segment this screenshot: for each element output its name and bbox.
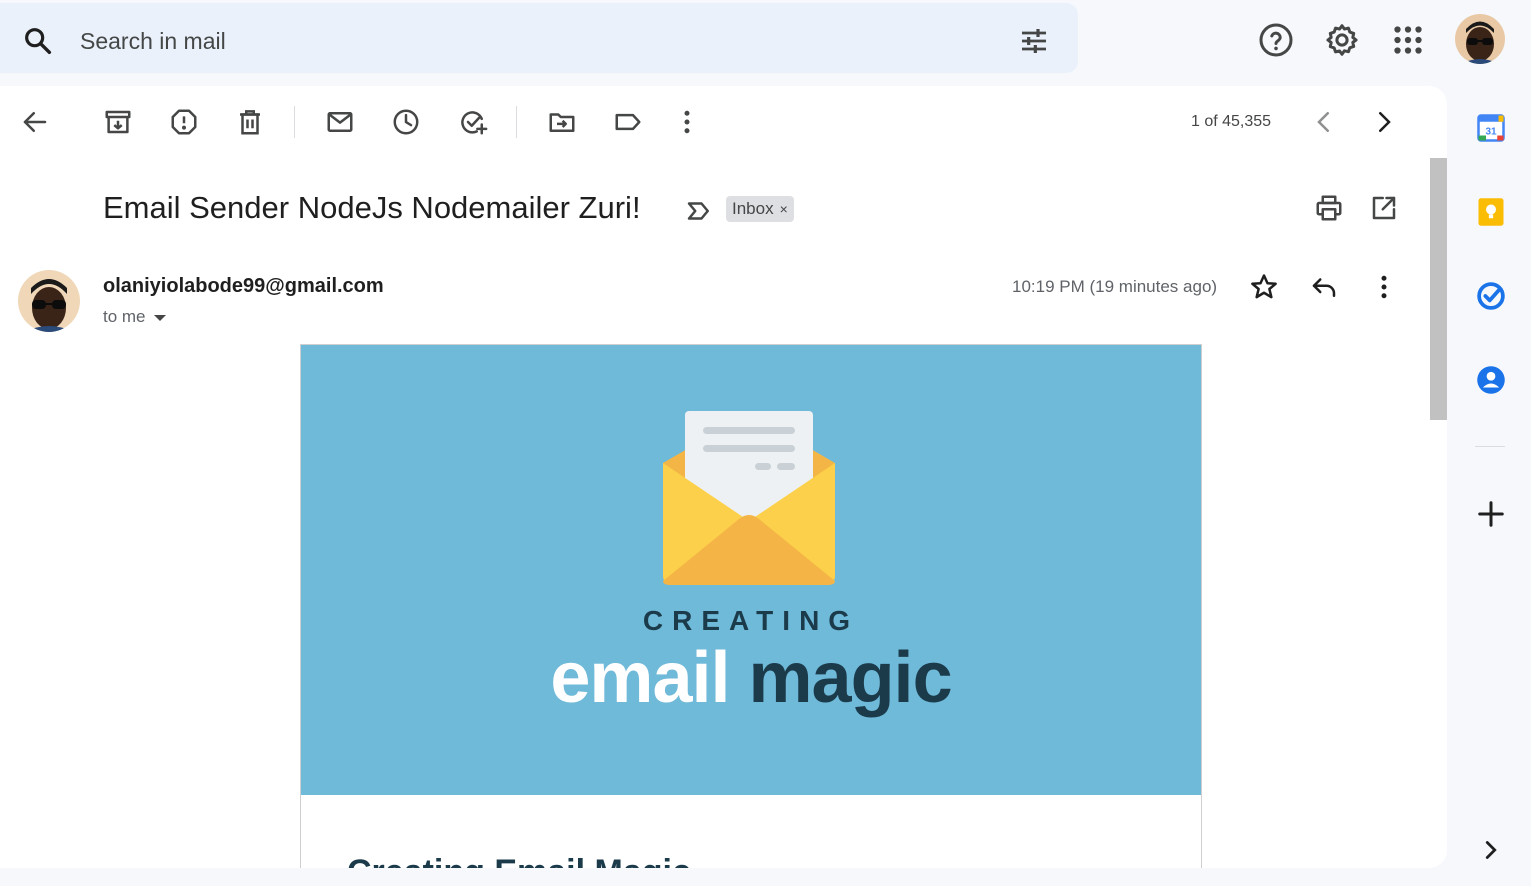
hero-word-email: email (550, 638, 730, 718)
recipient-line: to me (103, 307, 146, 326)
reply-icon[interactable] (1309, 272, 1339, 302)
open-envelope-illustration (663, 411, 835, 585)
back-arrow-icon[interactable] (20, 107, 50, 137)
rail-divider (1475, 446, 1505, 447)
add-to-tasks-icon[interactable] (458, 107, 488, 137)
inbox-label-text: Inbox (732, 199, 774, 218)
pager-count: 1 of 45,355 (1191, 113, 1272, 130)
snooze-icon[interactable] (391, 107, 421, 137)
recipient-details-toggle[interactable]: to me (103, 307, 166, 327)
print-icon[interactable] (1314, 193, 1344, 223)
email-body: CREATING email magic Creating Email Magi… (300, 344, 1202, 868)
message-timestamp: 10:19 PM (19 minutes ago) (1012, 277, 1218, 296)
add-icon[interactable] (1476, 499, 1506, 529)
search-options-icon[interactable] (1018, 25, 1050, 57)
search-input[interactable]: Search in mail (80, 28, 226, 55)
email-heading: Creating Email Magic (347, 853, 691, 868)
account-avatar[interactable] (1455, 14, 1505, 64)
hero-word-magic: magic (748, 638, 953, 718)
next-chevron-icon[interactable] (1369, 107, 1399, 137)
hero-title: email magic (301, 637, 1201, 719)
prev-chevron-icon[interactable] (1309, 107, 1339, 137)
toolbar-divider (516, 106, 517, 138)
report-spam-icon[interactable] (169, 107, 199, 137)
sender-email[interactable]: olaniyiolabode99@gmail.com (103, 275, 384, 298)
hero-banner: CREATING email magic (301, 345, 1201, 795)
google-calendar-icon[interactable]: 31 (1476, 113, 1506, 143)
delete-icon[interactable] (235, 107, 265, 137)
label-icon[interactable] (613, 107, 643, 137)
sender-avatar[interactable] (18, 270, 80, 332)
remove-label-button[interactable]: × (780, 201, 788, 217)
apps-grid-icon[interactable] (1390, 22, 1426, 58)
settings-gear-icon[interactable] (1324, 22, 1360, 58)
move-to-icon[interactable] (547, 107, 577, 137)
message-view: 1 of 45,355 Email Sender NodeJs Nodemail… (0, 86, 1447, 868)
vertical-scrollbar-thumb[interactable] (1430, 158, 1447, 420)
search-bar[interactable]: Search in mail (0, 3, 1078, 73)
calendar-day-text: 31 (1485, 126, 1497, 137)
message-more-vert-icon[interactable] (1369, 272, 1399, 302)
star-icon[interactable] (1249, 272, 1279, 302)
google-keep-icon[interactable] (1476, 197, 1506, 227)
archive-icon[interactable] (103, 107, 133, 137)
help-icon[interactable] (1258, 22, 1294, 58)
more-vert-icon[interactable] (672, 107, 702, 137)
open-in-new-window-icon[interactable] (1369, 193, 1399, 223)
search-icon[interactable] (22, 25, 54, 57)
expand-chevron-icon[interactable] (1476, 835, 1506, 865)
inbox-label-chip[interactable]: Inbox × (726, 196, 794, 222)
caret-down-icon[interactable] (153, 314, 166, 321)
toolbar-divider (294, 106, 295, 138)
message-subject: Email Sender NodeJs Nodemailer Zuri! (103, 190, 641, 225)
google-tasks-icon[interactable] (1476, 281, 1506, 311)
importance-marker-icon[interactable] (684, 196, 714, 226)
mark-unread-icon[interactable] (325, 107, 355, 137)
hero-kicker: CREATING (642, 605, 860, 636)
google-contacts-icon[interactable] (1476, 365, 1506, 395)
